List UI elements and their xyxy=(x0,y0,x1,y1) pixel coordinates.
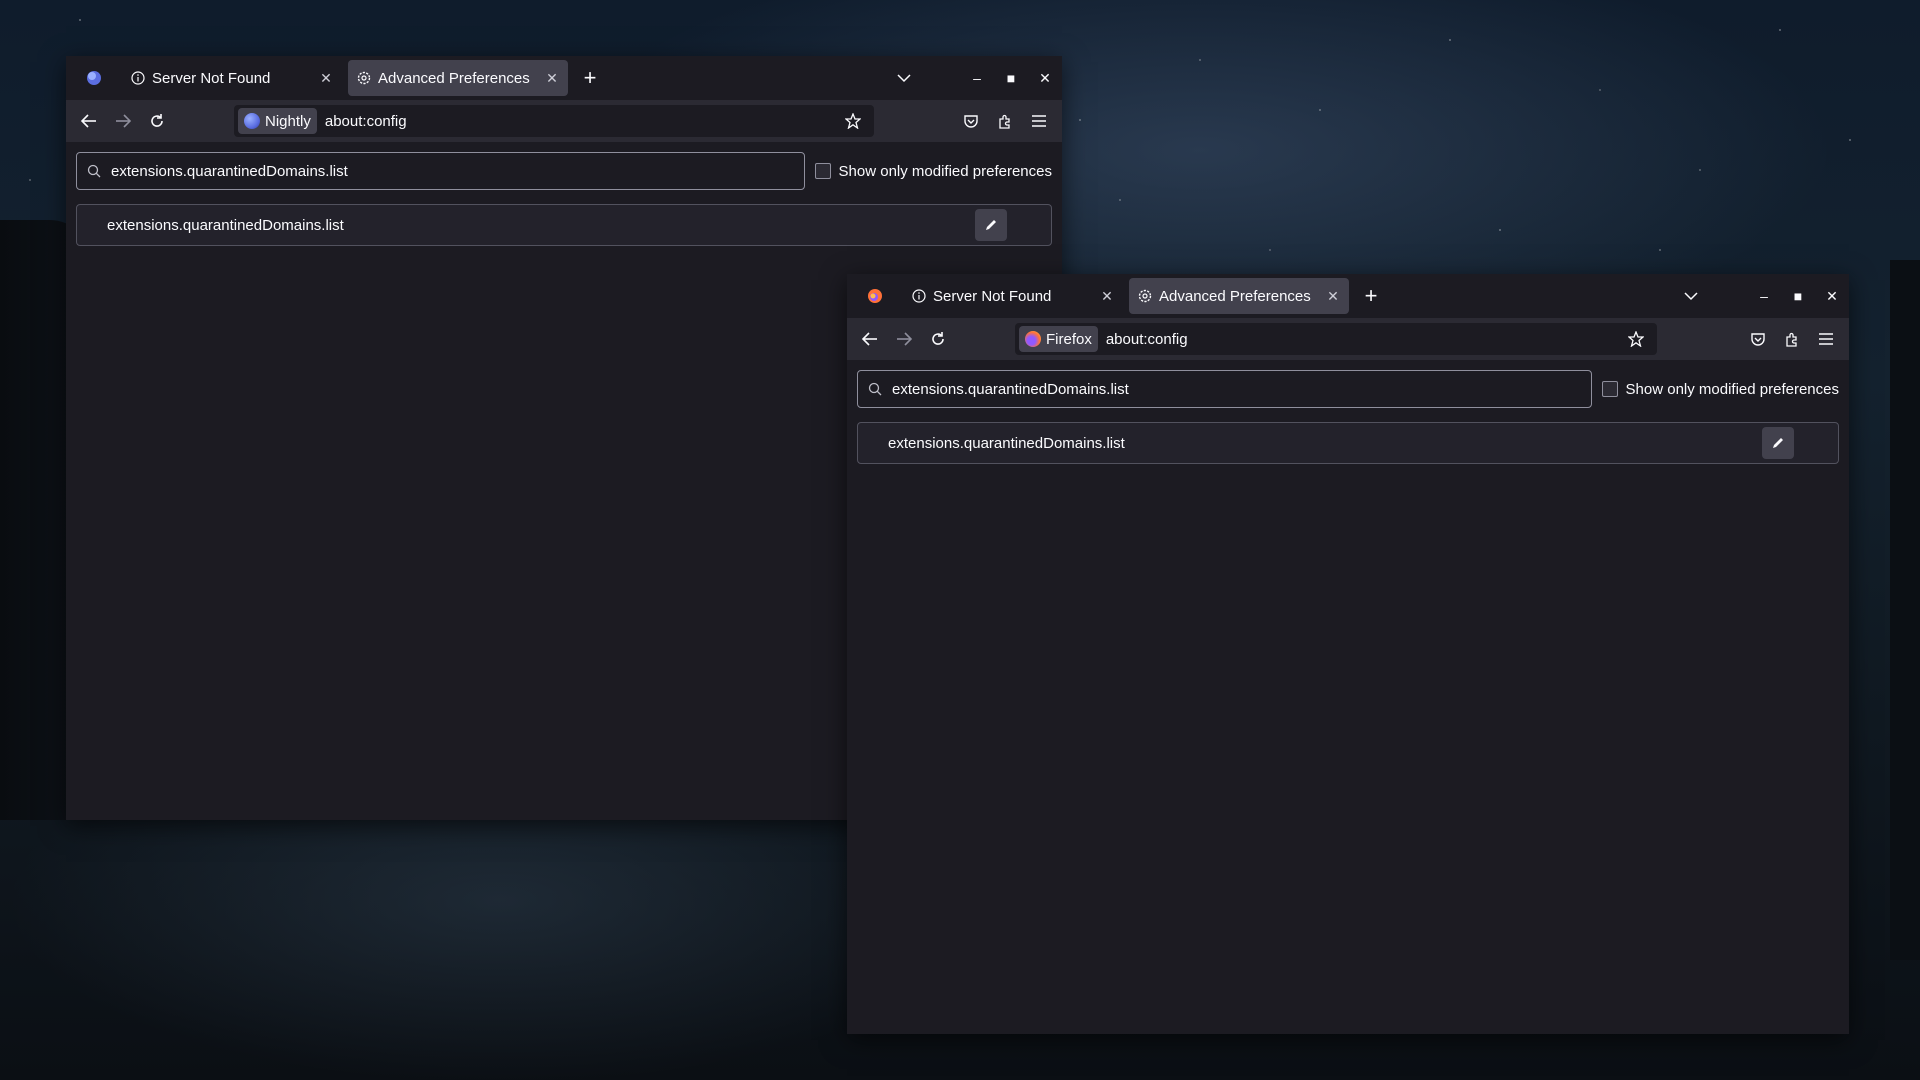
url-bar[interactable]: Firefox about:config xyxy=(1015,323,1657,355)
bookmark-star-icon[interactable] xyxy=(836,104,870,138)
pref-search-input[interactable]: extensions.quarantinedDomains.list xyxy=(857,370,1592,408)
identity-box[interactable]: Firefox xyxy=(1019,326,1098,352)
window-controls: – ■ ✕ xyxy=(888,56,1062,100)
checkbox-label: Show only modified preferences xyxy=(1625,380,1839,398)
hamburger-menu-icon[interactable] xyxy=(1022,104,1056,138)
info-icon xyxy=(130,70,146,86)
close-window-button[interactable]: ✕ xyxy=(1815,274,1849,318)
search-value: extensions.quarantinedDomains.list xyxy=(892,380,1129,398)
back-arrow-icon[interactable] xyxy=(72,104,106,138)
back-arrow-icon[interactable] xyxy=(853,322,887,356)
search-icon xyxy=(868,381,884,397)
url-bar[interactable]: Nightly about:config xyxy=(234,105,874,137)
tab-server-not-found[interactable]: Server Not Found ✕ xyxy=(903,278,1123,314)
extensions-icon[interactable] xyxy=(1775,322,1809,356)
browser-brand-label: Nightly xyxy=(265,112,311,130)
wallpaper-mountain-right xyxy=(1890,260,1920,960)
search-row: extensions.quarantinedDomains.list Show … xyxy=(857,370,1839,408)
bookmark-star-icon[interactable] xyxy=(1619,322,1653,356)
nav-bar: Firefox about:config xyxy=(847,318,1849,360)
nightly-logo-icon[interactable] xyxy=(66,56,122,100)
forward-arrow-icon[interactable] xyxy=(887,322,921,356)
url-text[interactable]: about:config xyxy=(1106,331,1619,348)
list-all-tabs-icon[interactable] xyxy=(888,73,920,83)
show-modified-checkbox[interactable]: Show only modified preferences xyxy=(814,162,1052,180)
show-modified-checkbox[interactable]: Show only modified preferences xyxy=(1601,380,1839,398)
gear-icon xyxy=(1137,288,1153,304)
reload-icon[interactable] xyxy=(921,322,955,356)
search-value: extensions.quarantinedDomains.list xyxy=(111,162,348,180)
close-tab-icon[interactable]: ✕ xyxy=(544,70,560,86)
url-text[interactable]: about:config xyxy=(325,113,836,130)
tab-label: Advanced Preferences xyxy=(378,69,530,87)
pref-name: extensions.quarantinedDomains.list xyxy=(107,216,344,234)
toolbar-right xyxy=(954,104,1056,138)
reload-icon[interactable] xyxy=(140,104,174,138)
firefox-logo-icon[interactable] xyxy=(847,274,903,318)
edit-pencil-icon[interactable] xyxy=(1762,427,1794,459)
minimize-button[interactable]: – xyxy=(960,56,994,100)
toolbar-right xyxy=(1741,322,1843,356)
new-tab-button[interactable]: + xyxy=(574,62,606,94)
checkbox-box[interactable] xyxy=(814,163,831,179)
nightly-logo-icon xyxy=(244,113,260,129)
pocket-icon[interactable] xyxy=(1741,322,1775,356)
firefox-logo-icon xyxy=(1025,331,1041,347)
tab-advanced-preferences[interactable]: Advanced Preferences ✕ xyxy=(348,60,568,96)
window-controls: – ■ ✕ xyxy=(1675,274,1849,318)
tab-bar: Server Not Found ✕ Advanced Preferences … xyxy=(847,274,1849,318)
maximize-button[interactable]: ■ xyxy=(1781,274,1815,318)
pocket-icon[interactable] xyxy=(954,104,988,138)
search-row: extensions.quarantinedDomains.list Show … xyxy=(76,152,1052,190)
tab-label: Advanced Preferences xyxy=(1159,287,1311,305)
pref-search-input[interactable]: extensions.quarantinedDomains.list xyxy=(76,152,805,190)
pref-name: extensions.quarantinedDomains.list xyxy=(888,434,1125,452)
extensions-icon[interactable] xyxy=(988,104,1022,138)
tab-advanced-preferences[interactable]: Advanced Preferences ✕ xyxy=(1129,278,1349,314)
info-icon xyxy=(911,288,927,304)
maximize-button[interactable]: ■ xyxy=(994,56,1028,100)
tab-bar: Server Not Found ✕ Advanced Preferences … xyxy=(66,56,1062,100)
pref-row[interactable]: extensions.quarantinedDomains.list xyxy=(76,204,1052,246)
tab-label: Server Not Found xyxy=(152,69,271,87)
hamburger-menu-icon[interactable] xyxy=(1809,322,1843,356)
close-tab-icon[interactable]: ✕ xyxy=(1099,288,1115,304)
search-icon xyxy=(87,163,103,179)
new-tab-button[interactable]: + xyxy=(1355,280,1387,312)
page-content: extensions.quarantinedDomains.list Show … xyxy=(847,360,1849,1034)
minimize-button[interactable]: – xyxy=(1747,274,1781,318)
pref-row[interactable]: extensions.quarantinedDomains.list xyxy=(857,422,1839,464)
tab-label: Server Not Found xyxy=(933,287,1052,305)
checkbox-box[interactable] xyxy=(1601,381,1618,397)
close-tab-icon[interactable]: ✕ xyxy=(1325,288,1341,304)
forward-arrow-icon[interactable] xyxy=(106,104,140,138)
tab-server-not-found[interactable]: Server Not Found ✕ xyxy=(122,60,342,96)
nav-bar: Nightly about:config xyxy=(66,100,1062,142)
edit-pencil-icon[interactable] xyxy=(975,209,1007,241)
checkbox-label: Show only modified preferences xyxy=(838,162,1052,180)
close-window-button[interactable]: ✕ xyxy=(1028,56,1062,100)
identity-box[interactable]: Nightly xyxy=(238,108,317,134)
browser-brand-label: Firefox xyxy=(1046,330,1092,348)
browser-window-firefox: Server Not Found ✕ Advanced Preferences … xyxy=(847,274,1849,1034)
gear-icon xyxy=(356,70,372,86)
list-all-tabs-icon[interactable] xyxy=(1675,291,1707,301)
close-tab-icon[interactable]: ✕ xyxy=(318,70,334,86)
